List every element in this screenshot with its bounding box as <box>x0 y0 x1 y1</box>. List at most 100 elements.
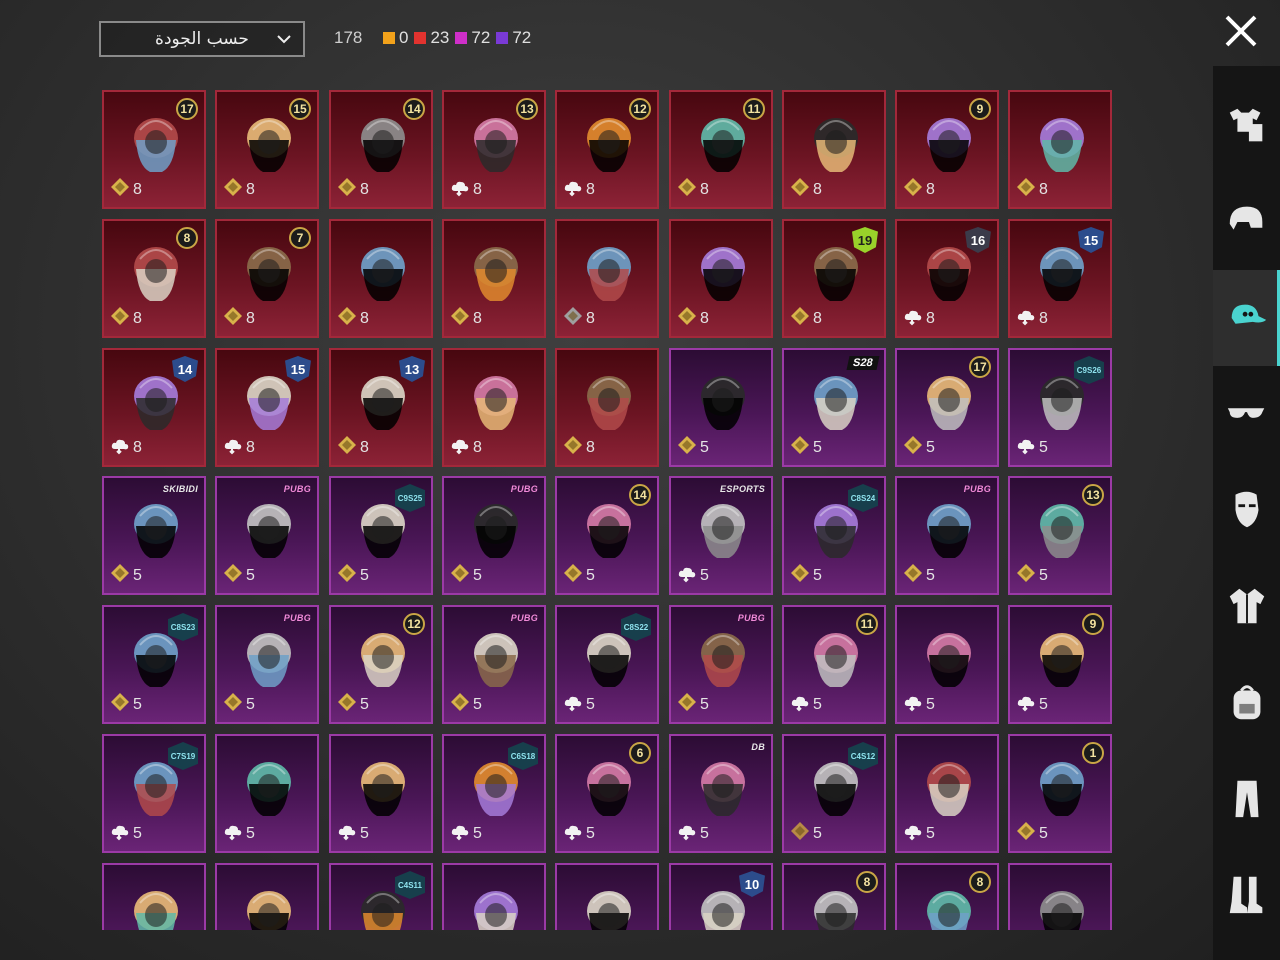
item-tile[interactable]: 9 5 <box>1008 605 1112 724</box>
item-price: 8 <box>563 177 595 202</box>
item-tile[interactable]: PUBG 5 <box>442 476 546 595</box>
item-tile[interactable]: 11 8 <box>669 90 773 209</box>
item-image <box>124 108 188 178</box>
item-tile[interactable]: C8S24 5 <box>782 476 886 595</box>
item-tile[interactable]: 15 8 <box>215 90 319 209</box>
item-tile[interactable]: 5 <box>215 734 319 853</box>
item-cost: 5 <box>473 824 482 842</box>
item-tile[interactable]: 13 5 <box>1008 476 1112 595</box>
item-tile[interactable]: SKIBIDI 5 <box>102 476 206 595</box>
item-cost: 5 <box>586 824 595 842</box>
item-tile[interactable]: 12 8 <box>555 90 659 209</box>
item-tile[interactable] <box>102 863 206 930</box>
item-tile[interactable]: 5 <box>895 734 999 853</box>
item-tile[interactable]: 17 5 <box>895 348 999 467</box>
item-tile[interactable] <box>442 863 546 930</box>
item-cost: 5 <box>700 566 709 584</box>
item-tile[interactable]: 14 8 <box>102 348 206 467</box>
close-x-icon[interactable] <box>1222 12 1260 50</box>
item-image <box>917 494 981 564</box>
item-tile[interactable]: 5 <box>895 605 999 724</box>
item-tile[interactable]: C9S25 5 <box>329 476 433 595</box>
item-tile[interactable]: DB 5 <box>669 734 773 853</box>
item-tile[interactable]: 5 <box>669 348 773 467</box>
item-tile[interactable]: PUBG 5 <box>895 476 999 595</box>
item-tile[interactable]: 14 8 <box>329 90 433 209</box>
item-image <box>1030 494 1094 564</box>
item-tile[interactable]: 19 8 <box>782 219 886 338</box>
item-tile[interactable] <box>1008 863 1112 930</box>
item-tile[interactable]: 15 8 <box>1008 219 1112 338</box>
item-tile[interactable]: 17 8 <box>102 90 206 209</box>
item-price: 5 <box>1016 435 1048 460</box>
item-tile[interactable]: C4S11 <box>329 863 433 930</box>
gold-currency-icon <box>337 563 357 588</box>
item-tile[interactable]: 14 5 <box>555 476 659 595</box>
item-tile[interactable]: 7 8 <box>215 219 319 338</box>
item-tile[interactable]: C7S19 5 <box>102 734 206 853</box>
item-tile[interactable]: 15 8 <box>215 348 319 467</box>
item-tile[interactable] <box>215 863 319 930</box>
item-tile[interactable]: PUBG 5 <box>669 605 773 724</box>
item-tile[interactable]: 8 <box>669 219 773 338</box>
category-tab-jacket[interactable] <box>1213 558 1280 654</box>
item-tile[interactable]: 5 <box>329 734 433 853</box>
item-tile[interactable]: 13 8 <box>442 90 546 209</box>
item-tile[interactable]: 12 5 <box>329 605 433 724</box>
item-tile[interactable]: 8 <box>1008 90 1112 209</box>
item-tile[interactable]: C9S26 5 <box>1008 348 1112 467</box>
item-tile[interactable]: ESPORTS 5 <box>669 476 773 595</box>
item-tile[interactable]: PUBG 5 <box>215 476 319 595</box>
gold-currency-icon <box>110 563 130 588</box>
item-tile[interactable]: 11 5 <box>782 605 886 724</box>
gold-currency-icon <box>223 177 243 202</box>
item-tile[interactable]: S28 5 <box>782 348 886 467</box>
item-tile[interactable]: 8 <box>782 90 886 209</box>
cloud-currency-icon <box>563 692 583 717</box>
item-tile[interactable]: 8 <box>442 219 546 338</box>
item-tile[interactable]: C4S12 5 <box>782 734 886 853</box>
category-tab-backpack[interactable] <box>1213 654 1280 750</box>
item-image <box>351 752 415 822</box>
item-tile[interactable]: 8 <box>895 863 999 930</box>
collab-logo-badge: PUBG <box>737 613 765 623</box>
item-tile[interactable]: PUBG 5 <box>215 605 319 724</box>
item-tile[interactable]: C6S18 5 <box>442 734 546 853</box>
item-tile[interactable]: 8 <box>782 863 886 930</box>
item-tile[interactable]: 6 5 <box>555 734 659 853</box>
tier-badge: 12 <box>629 98 651 120</box>
item-image <box>577 237 641 307</box>
item-tile[interactable]: 1 5 <box>1008 734 1112 853</box>
category-tab-mask[interactable] <box>1213 462 1280 558</box>
category-tab-cap[interactable] <box>1213 270 1280 366</box>
item-tile[interactable]: 8 <box>442 348 546 467</box>
gold-currency-icon <box>110 306 130 331</box>
item-tile[interactable]: C8S22 5 <box>555 605 659 724</box>
item-tile[interactable]: 8 8 <box>102 219 206 338</box>
item-price: 5 <box>790 563 822 588</box>
item-tile[interactable]: 9 8 <box>895 90 999 209</box>
item-tile[interactable]: 16 8 <box>895 219 999 338</box>
item-image <box>237 494 301 564</box>
item-tile[interactable]: 8 <box>329 219 433 338</box>
tier-badge: 11 <box>743 98 765 120</box>
item-tile[interactable] <box>555 863 659 930</box>
category-tab-pants[interactable] <box>1213 750 1280 846</box>
item-tile[interactable]: PUBG 5 <box>442 605 546 724</box>
item-tile[interactable]: 10 <box>669 863 773 930</box>
category-tab-boots[interactable] <box>1213 846 1280 942</box>
item-tile[interactable]: 13 8 <box>329 348 433 467</box>
category-tab-outfit[interactable] <box>1213 78 1280 174</box>
item-cost: 8 <box>700 180 709 198</box>
item-cost: 5 <box>586 695 595 713</box>
item-price: 8 <box>337 177 369 202</box>
item-image <box>577 366 641 436</box>
item-tile[interactable]: 8 <box>555 348 659 467</box>
sort-dropdown[interactable]: حسب الجودة <box>99 21 305 57</box>
gold-currency-icon <box>223 563 243 588</box>
category-tab-glasses[interactable] <box>1213 366 1280 462</box>
item-tile[interactable]: C8S23 5 <box>102 605 206 724</box>
category-tab-helmet[interactable] <box>1213 174 1280 270</box>
item-tile[interactable]: 8 <box>555 219 659 338</box>
item-image <box>351 108 415 178</box>
